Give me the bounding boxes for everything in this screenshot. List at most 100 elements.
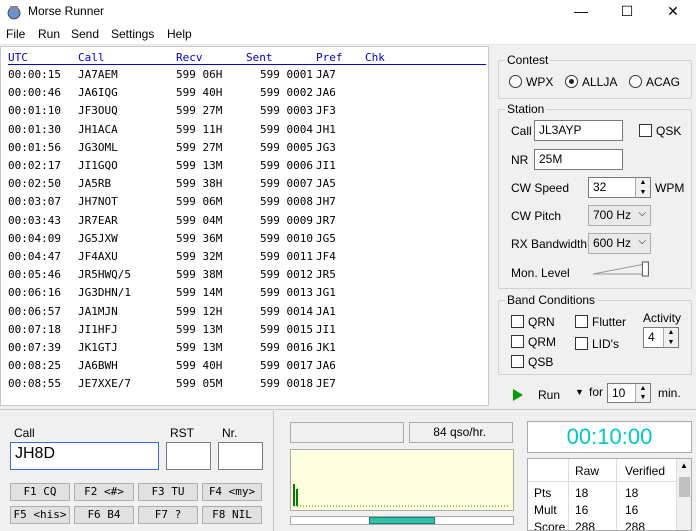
nr-label: NR bbox=[511, 153, 529, 167]
f2-number-button[interactable]: F2 <#> bbox=[74, 483, 134, 501]
f1-cq-button[interactable]: F1 CQ bbox=[10, 483, 70, 501]
radio-wpx[interactable] bbox=[509, 75, 522, 88]
table-cell: JK1 bbox=[316, 341, 336, 354]
table-cell: 599 0015 bbox=[260, 322, 313, 336]
band-map bbox=[290, 449, 514, 511]
flutter-checkbox[interactable] bbox=[575, 315, 588, 328]
f4-my-button[interactable]: F4 <my> bbox=[202, 483, 262, 501]
qsk-checkbox[interactable] bbox=[639, 124, 652, 137]
table-cell: JI1GQO bbox=[78, 159, 118, 172]
qrm-checkbox[interactable] bbox=[511, 335, 524, 348]
menu-file[interactable]: File bbox=[6, 27, 25, 41]
table-cell: JA5 bbox=[316, 177, 336, 191]
table-cell: 599 0012 bbox=[260, 268, 313, 282]
lids-checkbox[interactable] bbox=[575, 337, 588, 350]
table-cell: JR5HWQ/5 bbox=[78, 268, 131, 282]
radio-allja[interactable] bbox=[565, 75, 578, 88]
station-call-label: Call bbox=[511, 124, 532, 138]
spin-up-icon[interactable]: ▲ bbox=[663, 328, 678, 338]
table-cell: 599 36M bbox=[176, 231, 223, 245]
table-cell: 599 40H bbox=[176, 359, 223, 373]
table-cell: JA1MJN bbox=[78, 304, 118, 318]
menu-send[interactable]: Send bbox=[71, 27, 99, 41]
f8-nil-button[interactable]: F8 NIL bbox=[202, 506, 262, 524]
table-cell: 599 04M bbox=[176, 213, 223, 227]
qso-log[interactable]: UTC Call Recv Sent Pref Chk 00:00:15 JA7A… bbox=[0, 46, 489, 406]
menu-run[interactable]: Run bbox=[38, 27, 60, 41]
table-cell: 599 27M bbox=[176, 104, 223, 118]
activity-spinner[interactable]: 4 ▲ ▼ bbox=[643, 327, 679, 348]
table-cell: 599 0018 bbox=[260, 377, 313, 391]
score-scrollbar[interactable]: ▲ bbox=[676, 459, 691, 530]
menu-help[interactable]: Help bbox=[167, 27, 192, 41]
radio-acag-label: ACAG bbox=[646, 75, 681, 89]
spin-up-icon[interactable]: ▲ bbox=[635, 178, 650, 188]
wpm-label: WPM bbox=[655, 181, 685, 195]
entry-rst-input[interactable] bbox=[166, 442, 211, 470]
qsb-checkbox[interactable] bbox=[511, 355, 524, 368]
col-chk: Chk bbox=[365, 51, 385, 64]
rx-bandwidth-value: 600 Hz bbox=[593, 236, 632, 250]
station-title: Station bbox=[505, 102, 547, 116]
chevron-down-icon: ⌵ bbox=[638, 236, 646, 247]
table-cell: JI1 bbox=[316, 159, 336, 172]
score-divider bbox=[528, 481, 676, 482]
entry-call-input[interactable]: JH8D bbox=[10, 442, 159, 470]
cw-speed-spinner[interactable]: 32 ▲ ▼ bbox=[588, 177, 651, 198]
table-cell: 00:07:18 bbox=[8, 322, 61, 336]
score-row-label: Pts bbox=[534, 486, 552, 500]
run-dropdown-icon[interactable]: ▼ bbox=[575, 387, 584, 397]
run-play-icon[interactable] bbox=[512, 388, 524, 402]
rx-bandwidth-select[interactable]: 600 Hz ⌵ bbox=[588, 233, 651, 254]
spin-up-icon[interactable]: ▲ bbox=[635, 384, 650, 393]
entry-nr-input[interactable] bbox=[218, 442, 263, 470]
table-cell: JR5 bbox=[316, 268, 336, 282]
f6-b4-button[interactable]: F6 B4 bbox=[74, 506, 134, 524]
nr-input[interactable]: 25M bbox=[534, 149, 623, 170]
table-cell: 00:06:57 bbox=[8, 304, 61, 318]
table-cell: JH1 bbox=[316, 122, 336, 136]
table-cell: 599 13M bbox=[176, 322, 223, 336]
qsb-label: QSB bbox=[528, 355, 554, 369]
f5-his-button[interactable]: F5 <his> bbox=[10, 506, 70, 524]
radio-acag[interactable] bbox=[629, 75, 642, 88]
table-cell: JE7XXE/7 bbox=[78, 377, 131, 391]
table-cell: 599 0013 bbox=[260, 286, 313, 300]
activity-value: 4 bbox=[648, 330, 655, 344]
table-cell: JG5 bbox=[316, 231, 336, 245]
menu-settings[interactable]: Settings bbox=[111, 27, 154, 41]
contest-title: Contest bbox=[505, 53, 551, 67]
scroll-thumb[interactable] bbox=[679, 477, 690, 497]
spin-down-icon[interactable]: ▼ bbox=[663, 337, 678, 347]
table-cell: JI1HFJ bbox=[78, 322, 118, 336]
maximize-button[interactable]: ☐ bbox=[604, 0, 650, 24]
table-cell: JH1ACA bbox=[78, 122, 118, 136]
minutes-spinner[interactable]: 10 ▲ ▼ bbox=[607, 383, 651, 403]
mon-level-slider[interactable] bbox=[591, 260, 653, 278]
run-button[interactable]: Run bbox=[538, 388, 560, 402]
table-cell: JH7 bbox=[316, 195, 336, 209]
table-cell: 00:06:16 bbox=[8, 286, 61, 300]
score-value: 18 bbox=[575, 486, 589, 500]
spin-down-icon[interactable]: ▼ bbox=[635, 393, 650, 402]
f3-tu-button[interactable]: F3 TU bbox=[138, 483, 198, 501]
cw-pitch-value: 700 Hz bbox=[593, 208, 632, 222]
table-cell: 599 05M bbox=[176, 377, 223, 391]
qrn-checkbox[interactable] bbox=[511, 315, 524, 328]
slider-thumb[interactable] bbox=[641, 261, 649, 277]
cw-pitch-label: CW Pitch bbox=[511, 209, 562, 223]
close-button[interactable]: ✕ bbox=[650, 0, 696, 24]
cw-pitch-select[interactable]: 700 Hz ⌵ bbox=[588, 205, 651, 226]
spin-down-icon[interactable]: ▼ bbox=[635, 187, 650, 197]
table-cell: JF4AXU bbox=[78, 250, 118, 263]
table-cell: 00:01:30 bbox=[8, 122, 61, 136]
signal-indicator bbox=[369, 517, 435, 524]
minimize-button[interactable]: — bbox=[558, 0, 604, 24]
entry-rst-label: RST bbox=[170, 426, 194, 440]
table-cell: 599 38H bbox=[176, 177, 223, 191]
f7-question-button[interactable]: F7 ? bbox=[138, 506, 198, 524]
station-call-input[interactable]: JL3AYP bbox=[534, 120, 623, 141]
scroll-up-icon[interactable]: ▲ bbox=[680, 461, 688, 470]
entry-panel: Call JH8D RST Nr. F1 CQ F2 <#> F3 TU F4 … bbox=[0, 411, 274, 531]
table-cell: 599 0005 bbox=[260, 140, 313, 154]
